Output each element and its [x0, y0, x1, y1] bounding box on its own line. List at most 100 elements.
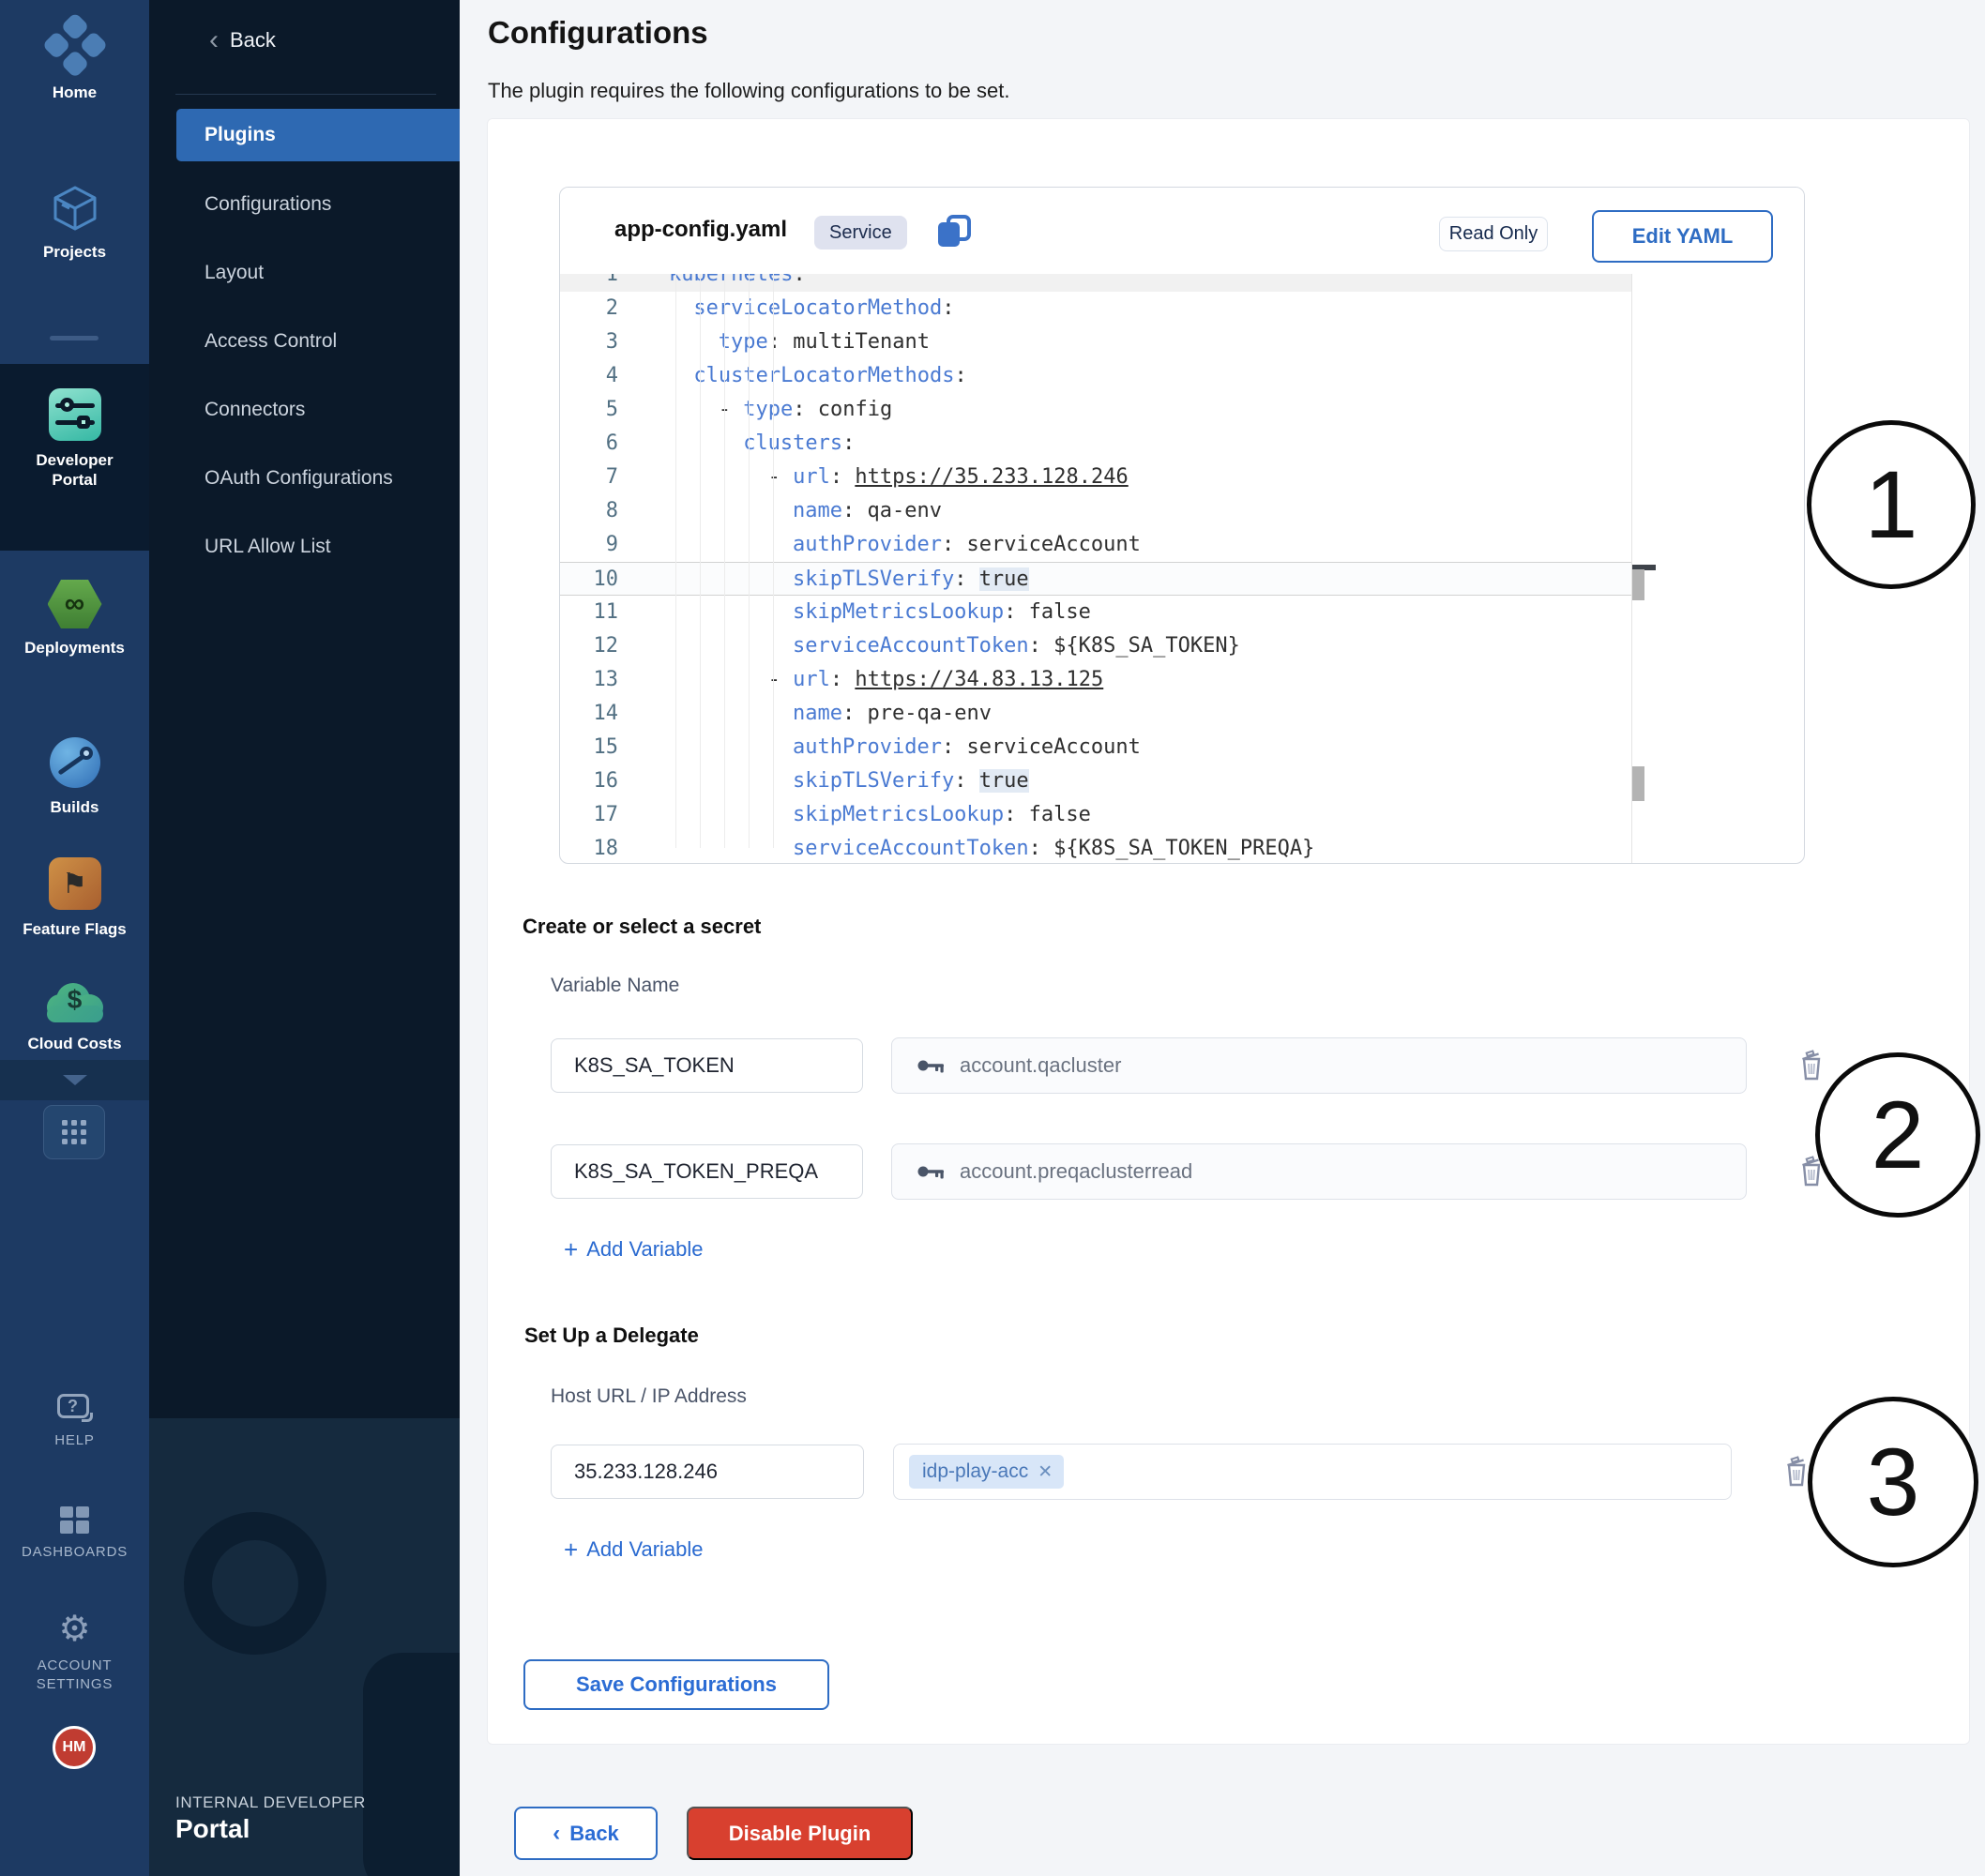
remove-tag-icon[interactable]: ✕ — [1038, 1461, 1053, 1483]
yaml-line-text: skipMetricsLookup: false — [793, 596, 1091, 629]
secret-value: account.qacluster — [960, 1053, 1121, 1078]
sidebar-item-feature-flags[interactable]: ⚑ Feature Flags — [0, 857, 149, 939]
indent-guide — [724, 274, 725, 848]
secrets-section-title: Create or select a secret — [523, 915, 761, 939]
secret-select-field[interactable]: account.qacluster — [891, 1037, 1747, 1094]
sidebar-item-help[interactable]: ? HELP — [0, 1394, 149, 1450]
disable-plugin-button[interactable]: Disable Plugin — [687, 1807, 913, 1860]
yaml-line-text: serviceAccountToken: ${K8S_SA_TOKEN} — [793, 629, 1240, 663]
menu-item-oauth-configurations[interactable]: OAuth Configurations — [149, 444, 460, 512]
plus-icon: + — [564, 1537, 578, 1562]
module-picker-button[interactable] — [43, 1105, 105, 1159]
match-marker — [1632, 766, 1644, 801]
yaml-value: true — [979, 769, 1029, 793]
sidebar-item-dashboards[interactable]: DASHBOARDS — [0, 1506, 149, 1562]
yaml-value: pre-qa-env — [867, 702, 991, 725]
sidebar-item-home[interactable]: Home — [0, 23, 149, 102]
menu-item-plugins[interactable]: Plugins — [176, 109, 460, 161]
feature-flags-icon: ⚑ — [49, 857, 101, 910]
sidebar-item-projects[interactable]: Projects — [0, 184, 149, 262]
host-url-input[interactable]: 35.233.128.246 — [551, 1445, 864, 1499]
menu-item-access-control[interactable]: Access Control — [149, 307, 460, 375]
variable-name-input[interactable]: K8S_SA_TOKEN_PREQA — [551, 1144, 863, 1199]
yaml-line-8: 8name: qa-env — [560, 494, 1631, 528]
decor-rect — [363, 1653, 460, 1876]
line-number: 4 — [560, 359, 618, 393]
user-avatar[interactable]: HM — [53, 1726, 96, 1769]
back-link[interactable]: ‹ Back — [209, 26, 276, 54]
line-number: 5 — [560, 393, 618, 427]
yaml-line-12: 12serviceAccountToken: ${K8S_SA_TOKEN} — [560, 629, 1631, 663]
trash-icon[interactable] — [1797, 1050, 1826, 1082]
yaml-line-text: - url: https://35.233.128.246 — [768, 461, 1129, 494]
variable-name-input[interactable]: K8S_SA_TOKEN — [551, 1038, 863, 1093]
yaml-line-6: 6clusters: — [560, 427, 1631, 461]
yaml-line-text: authProvider: serviceAccount — [793, 528, 1141, 562]
chip-label: idp-play-acc — [922, 1460, 1028, 1483]
match-marker — [1632, 569, 1644, 600]
chevron-left-icon: ‹ — [209, 26, 219, 54]
page-subtitle: The plugin requires the following config… — [488, 79, 1009, 103]
yaml-line-text: authProvider: serviceAccount — [793, 731, 1141, 764]
secret-value: account.preqaclusterread — [960, 1159, 1192, 1184]
decor-ring — [184, 1512, 326, 1655]
yaml-line-text: - type: config — [719, 393, 892, 427]
gear-icon: ⚙ — [58, 1611, 90, 1647]
sidebar-item-cloud-costs[interactable]: $ Cloud Costs — [0, 983, 149, 1053]
yaml-value: serviceAccount — [966, 735, 1140, 759]
copy-icon[interactable] — [935, 214, 973, 250]
edit-yaml-button[interactable]: Edit YAML — [1592, 210, 1773, 263]
line-number: 18 — [560, 832, 618, 864]
help-chat-icon: ? — [57, 1394, 93, 1422]
sidebar-collapse-strip[interactable] — [0, 1060, 149, 1100]
brand-eyebrow: INTERNAL DEVELOPER — [175, 1793, 366, 1812]
sidebar-item-developer-portal[interactable]: DeveloperPortal — [0, 388, 149, 491]
yaml-line-2: 2serviceLocatorMethod: — [560, 292, 1631, 325]
add-variable-label: Add Variable — [586, 1537, 703, 1562]
annotation-circle-2: 2 — [1815, 1052, 1980, 1218]
secret-select-field[interactable]: account.preqaclusterread — [891, 1143, 1747, 1200]
key-icon — [917, 1161, 945, 1182]
secret-row: K8S_SA_TOKEN_PREQA account.preqaclusterre… — [551, 1143, 1826, 1200]
add-variable-link-delegate[interactable]: + Add Variable — [564, 1537, 704, 1562]
yaml-line-10: 10skipTLSVerify: true — [560, 562, 1631, 596]
annotation-circle-3: 3 — [1808, 1397, 1978, 1567]
indent-guide — [675, 274, 676, 848]
menu-item-url-allow-list[interactable]: URL Allow List — [149, 512, 460, 581]
add-variable-link-secrets[interactable]: + Add Variable — [564, 1237, 704, 1262]
sidebar-item-label: HELP — [54, 1431, 94, 1450]
delegate-tag-chip[interactable]: idp-play-acc ✕ — [909, 1455, 1064, 1489]
deployments-icon: ∞ — [48, 580, 102, 628]
yaml-code-viewport[interactable]: 1kubernetes:2serviceLocatorMethod:3type:… — [560, 274, 1631, 864]
menu-divider — [175, 94, 436, 95]
yaml-value: false — [1029, 600, 1091, 624]
yaml-value: multiTenant — [793, 330, 930, 354]
line-number: 11 — [560, 596, 618, 629]
sidebar-divider — [50, 336, 98, 340]
line-number: 13 — [560, 663, 618, 697]
line-number: 16 — [560, 764, 618, 798]
back-link-label: Back — [230, 28, 276, 53]
sidebar-item-account-settings[interactable]: ⚙ ACCOUNTSETTINGS — [0, 1611, 149, 1695]
sidebar-item-builds[interactable]: Builds — [0, 737, 149, 817]
host-url-label: Host URL / IP Address — [551, 1385, 747, 1408]
line-number: 15 — [560, 731, 618, 764]
sidebar-item-deployments[interactable]: ∞ Deployments — [0, 580, 149, 658]
save-configurations-button[interactable]: Save Configurations — [523, 1659, 829, 1710]
delegate-tags-input[interactable]: idp-play-acc ✕ — [893, 1444, 1732, 1500]
menu-item-layout[interactable]: Layout — [149, 238, 460, 307]
yaml-value: serviceAccount — [966, 533, 1140, 556]
yaml-line-text: name: pre-qa-env — [793, 697, 992, 731]
menu-item-configurations[interactable]: Configurations — [149, 170, 460, 238]
delegate-row: 35.233.128.246 idp-play-acc ✕ — [551, 1444, 1811, 1500]
service-badge: Service — [814, 216, 907, 250]
yaml-line-15: 15 authProvider: serviceAccount — [560, 731, 1631, 764]
back-button[interactable]: ‹ Back — [514, 1807, 658, 1860]
plus-icon: + — [564, 1237, 578, 1262]
add-variable-label: Add Variable — [586, 1237, 703, 1262]
cube-icon — [51, 184, 99, 233]
trash-icon[interactable] — [1782, 1456, 1811, 1488]
yaml-line-text: type: multiTenant — [719, 325, 930, 359]
menu-item-connectors[interactable]: Connectors — [149, 375, 460, 444]
yaml-line-5: 5 - type: config — [560, 393, 1631, 427]
